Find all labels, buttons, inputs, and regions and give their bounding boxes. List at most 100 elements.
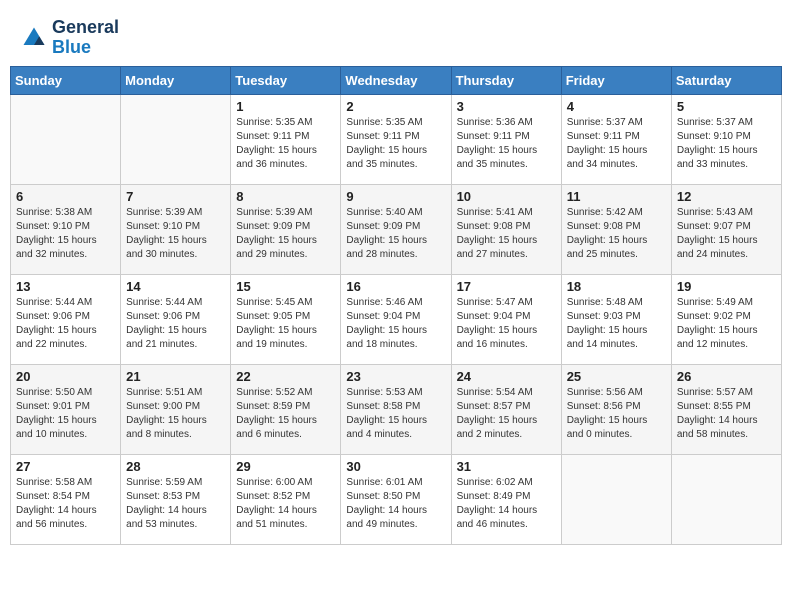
logo-icon — [20, 24, 48, 52]
calendar-cell: 31 Sunrise: 6:02 AM Sunset: 8:49 PM Dayli… — [451, 454, 561, 544]
day-number: 2 — [346, 99, 445, 114]
day-info: Sunrise: 5:56 AM Sunset: 8:56 PM Dayligh… — [567, 386, 666, 442]
day-info: Sunrise: 5:50 AM Sunset: 9:01 PM Dayligh… — [16, 386, 115, 442]
weekday-header-cell: Sunday — [11, 66, 121, 94]
day-number: 10 — [457, 189, 556, 204]
day-info: Sunrise: 5:57 AM Sunset: 8:55 PM Dayligh… — [677, 386, 776, 442]
calendar-cell: 19 Sunrise: 5:49 AM Sunset: 9:02 PM Dayli… — [671, 274, 781, 364]
day-number: 4 — [567, 99, 666, 114]
calendar-cell: 4Sunrise: 5:37 AM Sunset: 9:11 PM Daylig… — [561, 94, 671, 184]
day-info: Sunrise: 5:38 AM Sunset: 9:10 PM Dayligh… — [16, 206, 115, 262]
day-info: Sunrise: 5:58 AM Sunset: 8:54 PM Dayligh… — [16, 476, 115, 532]
day-info: Sunrise: 6:01 AM Sunset: 8:50 PM Dayligh… — [346, 476, 445, 532]
day-info: Sunrise: 5:44 AM Sunset: 9:06 PM Dayligh… — [16, 296, 115, 352]
calendar-table: SundayMondayTuesdayWednesdayThursdayFrid… — [10, 66, 782, 545]
day-info: Sunrise: 5:59 AM Sunset: 8:53 PM Dayligh… — [126, 476, 225, 532]
day-number: 5 — [677, 99, 776, 114]
page-header: General Blue — [10, 10, 782, 62]
calendar-cell: 28 Sunrise: 5:59 AM Sunset: 8:53 PM Dayli… — [121, 454, 231, 544]
day-info: Sunrise: 5:39 AM Sunset: 9:09 PM Dayligh… — [236, 206, 335, 262]
calendar-cell: 13 Sunrise: 5:44 AM Sunset: 9:06 PM Dayli… — [11, 274, 121, 364]
day-number: 6 — [16, 189, 115, 204]
day-info: Sunrise: 5:35 AM Sunset: 9:11 PM Dayligh… — [346, 116, 445, 172]
day-number: 18 — [567, 279, 666, 294]
calendar-week-row: 6 Sunrise: 5:38 AM Sunset: 9:10 PM Daylig… — [11, 184, 782, 274]
calendar-cell: 23 Sunrise: 5:53 AM Sunset: 8:58 PM Dayli… — [341, 364, 451, 454]
day-info: Sunrise: 5:40 AM Sunset: 9:09 PM Dayligh… — [346, 206, 445, 262]
calendar-cell: 26 Sunrise: 5:57 AM Sunset: 8:55 PM Dayli… — [671, 364, 781, 454]
day-number: 24 — [457, 369, 556, 384]
calendar-cell: 9 Sunrise: 5:40 AM Sunset: 9:09 PM Daylig… — [341, 184, 451, 274]
calendar-cell: 17Sunrise: 5:47 AM Sunset: 9:04 PM Dayli… — [451, 274, 561, 364]
day-info: Sunrise: 5:41 AM Sunset: 9:08 PM Dayligh… — [457, 206, 556, 262]
day-number: 8 — [236, 189, 335, 204]
day-number: 29 — [236, 459, 335, 474]
day-info: Sunrise: 6:02 AM Sunset: 8:49 PM Dayligh… — [457, 476, 556, 532]
day-info: Sunrise: 5:46 AM Sunset: 9:04 PM Dayligh… — [346, 296, 445, 352]
calendar-cell: 10 Sunrise: 5:41 AM Sunset: 9:08 PM Dayli… — [451, 184, 561, 274]
calendar-cell — [121, 94, 231, 184]
calendar-cell: 3Sunrise: 5:36 AM Sunset: 9:11 PM Daylig… — [451, 94, 561, 184]
weekday-header-cell: Tuesday — [231, 66, 341, 94]
calendar-cell: 5 Sunrise: 5:37 AM Sunset: 9:10 PM Daylig… — [671, 94, 781, 184]
day-number: 17 — [457, 279, 556, 294]
day-number: 26 — [677, 369, 776, 384]
day-number: 19 — [677, 279, 776, 294]
day-info: Sunrise: 5:35 AM Sunset: 9:11 PM Dayligh… — [236, 116, 335, 172]
day-info: Sunrise: 6:00 AM Sunset: 8:52 PM Dayligh… — [236, 476, 335, 532]
calendar-cell: 27 Sunrise: 5:58 AM Sunset: 8:54 PM Dayli… — [11, 454, 121, 544]
calendar-cell: 6 Sunrise: 5:38 AM Sunset: 9:10 PM Daylig… — [11, 184, 121, 274]
weekday-header-cell: Friday — [561, 66, 671, 94]
day-number: 22 — [236, 369, 335, 384]
day-number: 11 — [567, 189, 666, 204]
calendar-cell: 2 Sunrise: 5:35 AM Sunset: 9:11 PM Daylig… — [341, 94, 451, 184]
weekday-header-cell: Monday — [121, 66, 231, 94]
calendar-cell: 7Sunrise: 5:39 AM Sunset: 9:10 PM Daylig… — [121, 184, 231, 274]
logo: General Blue — [20, 18, 119, 58]
calendar-cell: 15Sunrise: 5:45 AM Sunset: 9:05 PM Dayli… — [231, 274, 341, 364]
day-number: 13 — [16, 279, 115, 294]
day-number: 28 — [126, 459, 225, 474]
day-number: 12 — [677, 189, 776, 204]
calendar-cell: 30Sunrise: 6:01 AM Sunset: 8:50 PM Dayli… — [341, 454, 451, 544]
day-number: 16 — [346, 279, 445, 294]
calendar-cell: 22 Sunrise: 5:52 AM Sunset: 8:59 PM Dayli… — [231, 364, 341, 454]
calendar-week-row: 13 Sunrise: 5:44 AM Sunset: 9:06 PM Dayli… — [11, 274, 782, 364]
day-info: Sunrise: 5:53 AM Sunset: 8:58 PM Dayligh… — [346, 386, 445, 442]
calendar-cell: 29 Sunrise: 6:00 AM Sunset: 8:52 PM Dayli… — [231, 454, 341, 544]
day-info: Sunrise: 5:49 AM Sunset: 9:02 PM Dayligh… — [677, 296, 776, 352]
day-info: Sunrise: 5:54 AM Sunset: 8:57 PM Dayligh… — [457, 386, 556, 442]
day-info: Sunrise: 5:44 AM Sunset: 9:06 PM Dayligh… — [126, 296, 225, 352]
day-number: 9 — [346, 189, 445, 204]
calendar-cell: 18Sunrise: 5:48 AM Sunset: 9:03 PM Dayli… — [561, 274, 671, 364]
calendar-cell — [561, 454, 671, 544]
calendar-cell: 1 Sunrise: 5:35 AM Sunset: 9:11 PM Daylig… — [231, 94, 341, 184]
day-info: Sunrise: 5:37 AM Sunset: 9:10 PM Dayligh… — [677, 116, 776, 172]
day-number: 7 — [126, 189, 225, 204]
calendar-cell: 25 Sunrise: 5:56 AM Sunset: 8:56 PM Dayli… — [561, 364, 671, 454]
day-info: Sunrise: 5:52 AM Sunset: 8:59 PM Dayligh… — [236, 386, 335, 442]
day-number: 14 — [126, 279, 225, 294]
day-number: 27 — [16, 459, 115, 474]
weekday-header-row: SundayMondayTuesdayWednesdayThursdayFrid… — [11, 66, 782, 94]
day-number: 25 — [567, 369, 666, 384]
logo-text: General Blue — [52, 18, 119, 58]
day-number: 20 — [16, 369, 115, 384]
calendar-cell: 12Sunrise: 5:43 AM Sunset: 9:07 PM Dayli… — [671, 184, 781, 274]
weekday-header-cell: Wednesday — [341, 66, 451, 94]
calendar-cell: 21Sunrise: 5:51 AM Sunset: 9:00 PM Dayli… — [121, 364, 231, 454]
calendar-cell: 16 Sunrise: 5:46 AM Sunset: 9:04 PM Dayli… — [341, 274, 451, 364]
day-number: 23 — [346, 369, 445, 384]
day-info: Sunrise: 5:42 AM Sunset: 9:08 PM Dayligh… — [567, 206, 666, 262]
calendar-cell: 20 Sunrise: 5:50 AM Sunset: 9:01 PM Dayli… — [11, 364, 121, 454]
calendar-cell: 14 Sunrise: 5:44 AM Sunset: 9:06 PM Dayli… — [121, 274, 231, 364]
calendar-week-row: 27 Sunrise: 5:58 AM Sunset: 8:54 PM Dayli… — [11, 454, 782, 544]
day-number: 31 — [457, 459, 556, 474]
weekday-header-cell: Thursday — [451, 66, 561, 94]
calendar-cell — [671, 454, 781, 544]
day-info: Sunrise: 5:36 AM Sunset: 9:11 PM Dayligh… — [457, 116, 556, 172]
calendar-week-row: 20 Sunrise: 5:50 AM Sunset: 9:01 PM Dayli… — [11, 364, 782, 454]
day-number: 1 — [236, 99, 335, 114]
day-info: Sunrise: 5:51 AM Sunset: 9:00 PM Dayligh… — [126, 386, 225, 442]
day-number: 15 — [236, 279, 335, 294]
